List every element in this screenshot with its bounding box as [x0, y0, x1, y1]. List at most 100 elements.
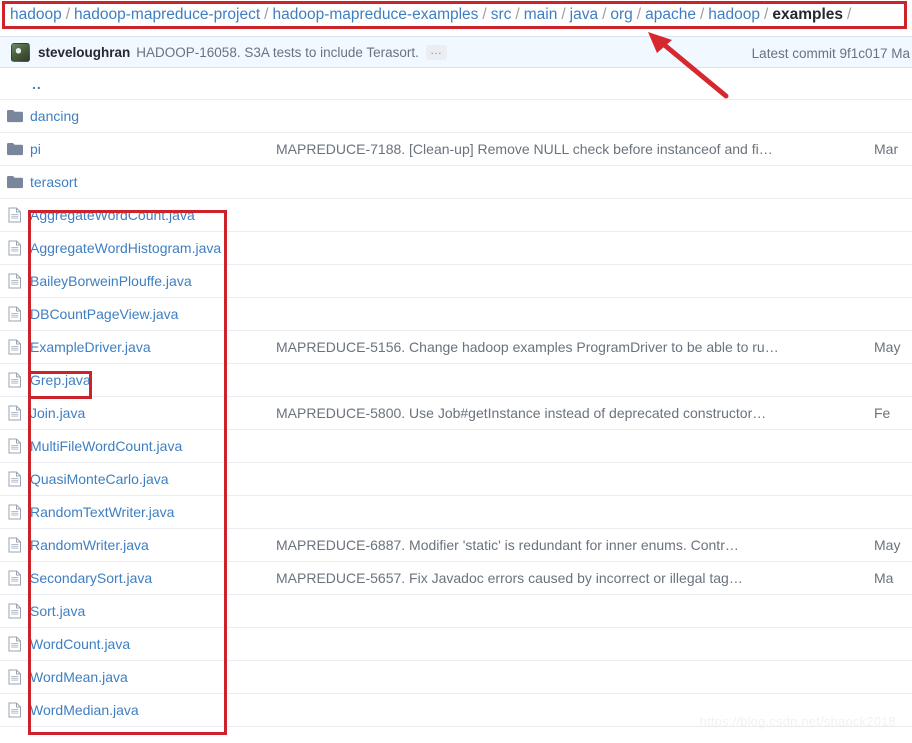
commit-message-cell[interactable]: MAPREDUCE-5156. Change hadoop examples P… [276, 339, 874, 355]
table-row[interactable]: Join.java MAPREDUCE-5800. Use Job#getInst… [0, 397, 912, 430]
folder-name-cell: pi [30, 141, 276, 157]
file-link-randomwriter-java[interactable]: RandomWriter.java [30, 537, 149, 553]
file-link-sort-java[interactable]: Sort.java [30, 603, 85, 619]
commit-age-cell: Ma [874, 570, 894, 586]
file-link-join-java[interactable]: Join.java [30, 405, 85, 421]
table-row[interactable]: SecondarySort.java MAPREDUCE-5657. Fix Ja… [0, 562, 912, 595]
commit-message-cell[interactable]: MAPREDUCE-5657. Fix Javadoc errors cause… [276, 570, 874, 586]
commit-message-cell[interactable]: MAPREDUCE-7188. [Clean-up] Remove NULL c… [276, 141, 874, 157]
breadcrumb-item-examples: examples [772, 6, 843, 23]
table-row[interactable]: BaileyBorweinPlouffe.java [0, 265, 912, 298]
table-row[interactable]: pi MAPREDUCE-7188. [Clean-up] Remove NULL… [0, 133, 912, 166]
commit-message[interactable]: HADOOP-16058. S3A tests to include Teras… [136, 45, 419, 60]
file-name-cell: BaileyBorweinPlouffe.java [30, 273, 276, 289]
commit-author-link[interactable]: steveloughran [38, 45, 130, 60]
file-link-grep-java[interactable]: Grep.java [30, 372, 91, 388]
table-row[interactable]: terasort [0, 166, 912, 199]
file-icon-cell [0, 273, 30, 289]
parent-directory-link[interactable]: .. [30, 76, 42, 92]
breadcrumb-item-apache[interactable]: apache [645, 6, 696, 24]
file-icon [8, 306, 21, 322]
file-icon-cell [0, 240, 30, 256]
file-name-cell: SecondarySort.java [30, 570, 276, 586]
file-link-aggregatewordhistogram-java[interactable]: AggregateWordHistogram.java [30, 240, 221, 256]
file-link-wordmean-java[interactable]: WordMean.java [30, 669, 128, 685]
file-name-cell: MultiFileWordCount.java [30, 438, 276, 454]
breadcrumb-item-main[interactable]: main [524, 6, 558, 24]
table-row[interactable]: AggregateWordHistogram.java [0, 232, 912, 265]
file-link-exampledriver-java[interactable]: ExampleDriver.java [30, 339, 151, 355]
folder-icon-cell [0, 142, 30, 156]
folder-icon-cell [0, 175, 30, 189]
file-icon-cell [0, 603, 30, 619]
file-link-randomtextwriter-java[interactable]: RandomTextWriter.java [30, 504, 174, 520]
file-name-cell: AggregateWordCount.java [30, 207, 276, 223]
file-icon [8, 438, 21, 454]
commit-message-cell[interactable]: MAPREDUCE-5800. Use Job#getInstance inst… [276, 405, 874, 421]
file-icon [8, 207, 21, 223]
commit-message-cell[interactable]: MAPREDUCE-6887. Modifier 'static' is red… [276, 537, 874, 553]
breadcrumb-item-hadoop-mapreduce-examples[interactable]: hadoop-mapreduce-examples [272, 6, 478, 24]
file-link-baileyborweinplouffe-java[interactable]: BaileyBorweinPlouffe.java [30, 273, 192, 289]
breadcrumb-item-java[interactable]: java [570, 6, 598, 24]
avatar [11, 42, 30, 62]
folder-icon [7, 176, 23, 189]
breadcrumb-separator: / [699, 6, 705, 23]
file-link-wordcount-java[interactable]: WordCount.java [30, 636, 130, 652]
commit-age-cell: Fe [874, 405, 891, 421]
parent-directory-cell: .. [30, 76, 276, 92]
file-list: .. dancing pi MAPREDUCE-7188. [Clean-up] R… [0, 68, 912, 727]
folder-link-pi[interactable]: pi [30, 141, 41, 157]
breadcrumb-separator: / [602, 6, 607, 23]
file-icon-cell [0, 537, 30, 553]
breadcrumb-item-hadoop[interactable]: hadoop [10, 6, 62, 24]
breadcrumb-item-org[interactable]: org [610, 6, 632, 24]
table-row[interactable]: dancing [0, 100, 912, 133]
file-link-quasimontecarlo-java[interactable]: QuasiMonteCarlo.java [30, 471, 169, 487]
file-icon-cell [0, 636, 30, 652]
file-name-cell: RandomWriter.java [30, 537, 276, 553]
table-row[interactable]: WordCount.java [0, 628, 912, 661]
table-row[interactable]: Sort.java [0, 595, 912, 628]
folder-icon [7, 110, 23, 123]
table-row[interactable]: DBCountPageView.java [0, 298, 912, 331]
file-icon-cell [0, 669, 30, 685]
file-link-secondarysort-java[interactable]: SecondarySort.java [30, 570, 152, 586]
file-icon [8, 339, 21, 355]
latest-commit-bar: steveloughran HADOOP-16058. S3A tests to… [0, 36, 912, 68]
folder-link-terasort[interactable]: terasort [30, 174, 77, 190]
file-icon-cell [0, 339, 30, 355]
file-name-cell: WordMedian.java [30, 702, 276, 718]
breadcrumb-separator: / [264, 6, 269, 23]
table-row[interactable]: AggregateWordCount.java [0, 199, 912, 232]
file-icon [8, 504, 21, 520]
file-icon [8, 603, 21, 619]
table-row[interactable]: Grep.java [0, 364, 912, 397]
table-row[interactable]: ExampleDriver.java MAPREDUCE-5156. Change… [0, 331, 912, 364]
breadcrumb-item-hadoop[interactable]: hadoop [708, 6, 760, 24]
folder-name-cell: dancing [30, 108, 276, 124]
file-link-aggregatewordcount-java[interactable]: AggregateWordCount.java [30, 207, 195, 223]
expand-commit-message-button[interactable]: … [425, 44, 447, 60]
file-link-dbcountpageview-java[interactable]: DBCountPageView.java [30, 306, 178, 322]
file-link-multifilewordcount-java[interactable]: MultiFileWordCount.java [30, 438, 182, 454]
breadcrumb-separator: / [764, 6, 769, 23]
breadcrumb-item-hadoop-mapreduce-project[interactable]: hadoop-mapreduce-project [74, 6, 260, 24]
file-name-cell: WordCount.java [30, 636, 276, 652]
file-icon-cell [0, 306, 30, 322]
table-row[interactable]: QuasiMonteCarlo.java [0, 463, 912, 496]
table-row[interactable]: WordMean.java [0, 661, 912, 694]
latest-commit-hash[interactable]: Latest commit 9f1c017 Ma [752, 37, 912, 69]
file-icon-cell [0, 504, 30, 520]
file-icon-cell [0, 570, 30, 586]
breadcrumb-item-src[interactable]: src [491, 6, 512, 24]
folder-link-dancing[interactable]: dancing [30, 108, 79, 124]
parent-directory-row[interactable]: .. [0, 68, 912, 100]
table-row[interactable]: RandomTextWriter.java [0, 496, 912, 529]
file-icon [8, 471, 21, 487]
file-name-cell: Sort.java [30, 603, 276, 619]
table-row[interactable]: RandomWriter.java MAPREDUCE-6887. Modifie… [0, 529, 912, 562]
file-icon [8, 570, 21, 586]
table-row[interactable]: MultiFileWordCount.java [0, 430, 912, 463]
file-link-wordmedian-java[interactable]: WordMedian.java [30, 702, 139, 718]
